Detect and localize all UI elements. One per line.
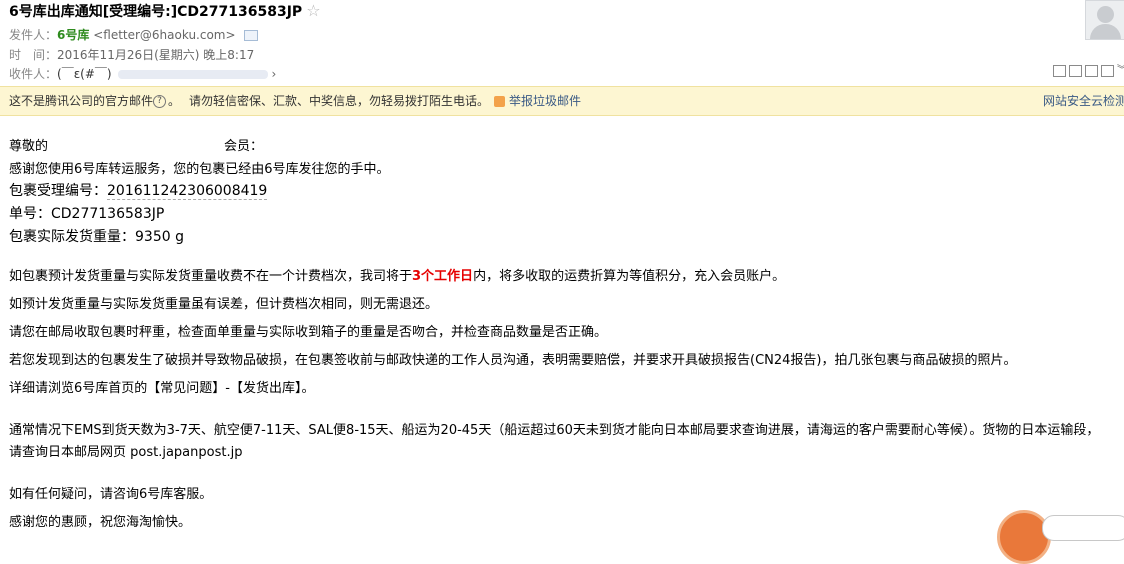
accept-number-value: 201611242306008419 xyxy=(107,183,268,200)
closing-paragraph: 感谢您的惠顾，祝您海淘愉快。 xyxy=(9,515,192,530)
refund-paragraph: 如包裹预计发货重量与实际发货重量收费不在一个计费档次，我司将于3个工作日内，将多… xyxy=(9,265,785,284)
help-icon[interactable]: ? xyxy=(153,95,167,108)
recipients-more-icon[interactable]: › xyxy=(271,67,276,81)
sender-avatar[interactable] xyxy=(1085,0,1124,40)
floating-assistant-pill[interactable] xyxy=(1042,515,1124,541)
report-spam-icon xyxy=(494,96,505,107)
report-spam-link[interactable]: 举报垃圾邮件 xyxy=(494,87,581,115)
warning-period: 。 xyxy=(168,94,181,108)
to-label: 收件人： xyxy=(9,67,58,81)
weight-line: 包裹实际发货重量：9350 g xyxy=(9,226,184,246)
tracking-number-label: 单号： xyxy=(9,206,51,222)
faq-paragraph: 详细请浏览6号库首页的【常见问题】-【发货出库】。 xyxy=(9,381,315,396)
avatar-head xyxy=(1097,6,1114,23)
contact-paragraph: 如有任何疑问，请咨询6号库客服。 xyxy=(9,487,213,502)
accept-number-line: 包裹受理编号：201611242306008419 xyxy=(9,180,268,200)
sender-name[interactable]: 6号库 xyxy=(57,28,89,42)
chevron-down-icon[interactable]: ︾ xyxy=(1117,65,1124,76)
delivery-time-paragraph: 通常情况下EMS到货天数为3-7天、航空便7-11天、SAL便8-15天、船运为… xyxy=(9,423,1100,460)
accept-number-label: 包裹受理编号： xyxy=(9,183,107,199)
recipient-name[interactable]: (￣ε(#￣) xyxy=(57,67,112,81)
weight-label: 包裹实际发货重量： xyxy=(9,229,135,245)
security-warning-bar: 这不是腾讯公司的官方邮件?。 请勿轻信密保、汇款、中奖信息，勿轻易拨打陌生电话。… xyxy=(0,86,1124,116)
time-value: 2016年11月26日(星期六) 晚上8:17 xyxy=(57,48,255,62)
time-row: 时 间：2016年11月26日(星期六) 晚上8:17 xyxy=(9,46,254,63)
no-refund-paragraph: 如预计发货重量与实际发货重量虽有误差，但计费档次相同，则无需退还。 xyxy=(9,297,439,312)
refund-text-b: 内，将多收取的运费折算为等值积分，充入会员账户。 xyxy=(473,269,786,284)
time-label: 时 间： xyxy=(9,48,58,62)
weigh-check-paragraph: 请您在邮局收取包裹时秤重，检查面单重量与实际收到箱子的重量是否吻合，并检查商品数… xyxy=(9,325,608,340)
avatar-body xyxy=(1090,24,1121,39)
thanks-line: 感谢您使用6号库转运服务，您的包裹已经由6号库发往您的手中。 xyxy=(9,162,390,177)
refund-text-a: 如包裹预计发货重量与实际发货重量收费不在一个计费档次，我司将于 xyxy=(9,269,413,284)
greeting-prefix: 尊敬的 xyxy=(9,139,49,154)
recipient-redacted xyxy=(117,70,268,79)
mail-toolbar: ︾ xyxy=(1053,60,1124,79)
from-label: 发件人： xyxy=(9,28,58,42)
refund-deadline: 3个工作日 xyxy=(412,269,474,284)
tracking-number-line: 单号：CD277136583JP xyxy=(9,203,164,223)
warning-advice: 请勿轻信密保、汇款、中奖信息，勿轻易拨打陌生电话。 xyxy=(189,94,490,108)
new-window-icon[interactable] xyxy=(1053,64,1066,77)
subject-text: 6号库出库通知[受理编号:]CD277136583JP xyxy=(9,4,303,20)
greeting-suffix: 会员： xyxy=(224,139,264,154)
sender-email[interactable]: <fletter@6haoku.com> xyxy=(93,28,235,42)
warning-text: 这不是腾讯公司的官方邮件?。 xyxy=(9,87,180,115)
from-row: 发件人：6号库 <fletter@6haoku.com> xyxy=(9,26,258,43)
greeting: 尊敬的 会员： xyxy=(9,135,263,154)
contact-card-icon[interactable] xyxy=(243,30,258,41)
damage-paragraph: 若您发现到达的包裹发生了破损并导致物品破损，在包裹签收前与邮政快递的工作人员沟通… xyxy=(9,353,1017,368)
floating-assistant-icon[interactable] xyxy=(997,510,1051,564)
warning-not-official: 这不是腾讯公司的官方邮件 xyxy=(9,94,154,108)
print-icon[interactable] xyxy=(1101,64,1114,77)
weight-value: 9350 g xyxy=(135,229,184,245)
mail-header: 6号库出库通知[受理编号:]CD277136583JP ☆ 发件人：6号库 <fl… xyxy=(0,0,1124,86)
mail-subject: 6号库出库通知[受理编号:]CD277136583JP ☆ xyxy=(9,1,321,21)
to-row: 收件人：(￣ε(#￣) › xyxy=(9,65,276,82)
report-spam-label: 举报垃圾邮件 xyxy=(509,94,582,108)
tracking-number-value: CD277136583JP xyxy=(51,206,165,222)
star-outline-icon[interactable]: ☆ xyxy=(306,1,320,20)
fullscreen-icon[interactable] xyxy=(1069,64,1082,77)
print-preview-icon[interactable] xyxy=(1085,64,1098,77)
site-security-check-link[interactable]: 网站安全云检测 xyxy=(1043,87,1124,115)
